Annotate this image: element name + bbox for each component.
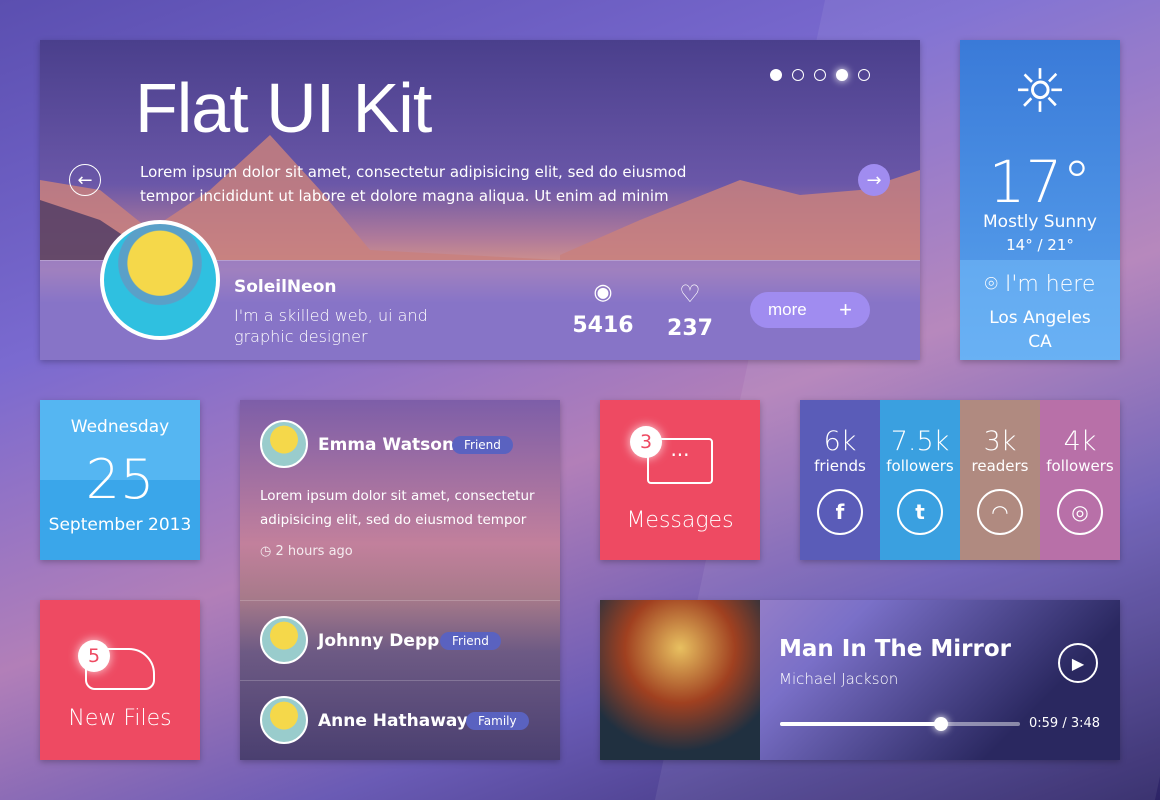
slide-dot[interactable] bbox=[858, 69, 870, 81]
hero-title: Flat UI Kit bbox=[135, 69, 432, 147]
time-display: 0:59 / 3:48 bbox=[1029, 716, 1101, 731]
next-arrow-icon[interactable]: → bbox=[858, 164, 890, 196]
plus-icon: + bbox=[839, 297, 852, 322]
avatar bbox=[260, 616, 308, 664]
month-year: September 2013 bbox=[48, 515, 192, 535]
hero-text: Lorem ipsum dolor sit amet, consectetur … bbox=[140, 163, 687, 205]
avatar bbox=[100, 220, 220, 340]
progress-fill bbox=[780, 722, 941, 726]
slide-dot[interactable] bbox=[814, 69, 826, 81]
social-label: followers bbox=[886, 457, 954, 475]
more-button[interactable]: more + bbox=[750, 292, 870, 328]
weekday: Wednesday bbox=[70, 417, 170, 437]
heart-icon: ♡ bbox=[679, 280, 701, 308]
social-dribbble[interactable]: 4k followers ◎ bbox=[1040, 400, 1120, 560]
feed-item[interactable]: Johnny Depp Friend bbox=[240, 600, 560, 680]
prev-arrow-icon[interactable]: ← bbox=[69, 164, 101, 196]
social-label: followers bbox=[1046, 457, 1114, 475]
hero-card: Flat UI Kit Lorem ipsum dolor sit amet, … bbox=[40, 40, 920, 360]
social-label: readers bbox=[971, 457, 1029, 475]
city: Los Angeles bbox=[989, 308, 1091, 328]
social-twitter[interactable]: 7.5k followers t bbox=[880, 400, 960, 560]
views-stat: ◉ 5416 bbox=[568, 280, 638, 338]
slide-dot[interactable] bbox=[792, 69, 804, 81]
artist-name: Michael Jackson bbox=[779, 670, 899, 688]
feed-item[interactable]: Emma Watson Friend Lorem ipsum dolor sit… bbox=[240, 400, 560, 600]
files-tile[interactable]: 5 New Files bbox=[40, 600, 200, 760]
files-count-badge: 5 bbox=[78, 640, 110, 672]
dribbble-icon[interactable]: ◎ bbox=[1057, 489, 1103, 535]
more-label: more bbox=[768, 300, 807, 319]
date-card: Wednesday 25 September 2013 bbox=[40, 400, 200, 560]
day: 25 bbox=[85, 448, 155, 511]
messages-count-badge: 3 bbox=[630, 426, 662, 458]
eye-icon: ◉ bbox=[593, 280, 613, 305]
temp-range: 14° / 21° bbox=[1006, 236, 1074, 254]
play-button[interactable]: ▶ bbox=[1058, 643, 1098, 683]
location-pin-icon: ⌾ bbox=[984, 272, 1005, 297]
social-value: 4k bbox=[1063, 426, 1097, 457]
social-label: friends bbox=[814, 457, 866, 475]
relation-badge: Family bbox=[466, 712, 529, 730]
weather-card: ☼ 17° Mostly Sunny 14° / 21° ⌾ I'm here … bbox=[960, 40, 1120, 360]
feed-time: 2 hours ago bbox=[275, 544, 353, 559]
here-label[interactable]: I'm here bbox=[1005, 272, 1096, 297]
feed-name[interactable]: Anne Hathaway bbox=[318, 711, 468, 731]
relation-badge: Friend bbox=[452, 436, 513, 454]
social-rss[interactable]: 3k readers ◠ bbox=[960, 400, 1040, 560]
slide-indicators bbox=[770, 69, 870, 81]
rss-icon[interactable]: ◠ bbox=[977, 489, 1023, 535]
social-stats: 6k friends f 7.5k followers t 3k readers ◠ 4k f… bbox=[800, 400, 1120, 560]
slide-dot-active[interactable] bbox=[836, 69, 848, 81]
feed-item[interactable]: Anne Hathaway Family bbox=[240, 680, 560, 760]
profile-name: SoleilNeon bbox=[234, 277, 337, 297]
clock-icon: ◷ bbox=[260, 544, 276, 559]
feed-name[interactable]: Johnny Depp bbox=[318, 631, 439, 651]
feed-card: Emma Watson Friend Lorem ipsum dolor sit… bbox=[240, 400, 560, 760]
state: CA bbox=[1028, 332, 1052, 352]
avatar bbox=[260, 696, 308, 744]
messages-tile[interactable]: ··· 3 Messages bbox=[600, 400, 760, 560]
feed-text: Lorem ipsum dolor sit amet, consectetur … bbox=[260, 488, 535, 528]
relation-badge: Friend bbox=[440, 632, 501, 650]
sun-icon: ☼ bbox=[1013, 57, 1067, 127]
song-title: Man In The Mirror bbox=[779, 636, 1011, 662]
profile-bio: I'm a skilled web, ui and graphic design… bbox=[234, 306, 428, 346]
temperature: 17° bbox=[988, 148, 1092, 216]
likes-stat[interactable]: ♡ 237 bbox=[655, 280, 725, 341]
likes-count: 237 bbox=[667, 316, 713, 341]
messages-label: Messages bbox=[626, 508, 734, 533]
files-label: New Files bbox=[68, 706, 172, 731]
social-value: 6k bbox=[823, 426, 857, 457]
avatar bbox=[260, 420, 308, 468]
twitter-icon[interactable]: t bbox=[897, 489, 943, 535]
facebook-icon[interactable]: f bbox=[817, 489, 863, 535]
music-player: Man In The Mirror Michael Jackson ▶ 0:59… bbox=[600, 600, 1120, 760]
weather-condition: Mostly Sunny bbox=[983, 212, 1097, 232]
social-value: 7.5k bbox=[890, 426, 950, 457]
progress-thumb[interactable] bbox=[933, 717, 948, 731]
album-cover bbox=[600, 600, 760, 760]
social-facebook[interactable]: 6k friends f bbox=[800, 400, 880, 560]
social-value: 3k bbox=[983, 426, 1017, 457]
slide-dot[interactable] bbox=[770, 69, 782, 81]
feed-name[interactable]: Emma Watson bbox=[318, 435, 454, 455]
progress-slider[interactable] bbox=[780, 717, 1020, 731]
views-count: 5416 bbox=[572, 313, 634, 338]
